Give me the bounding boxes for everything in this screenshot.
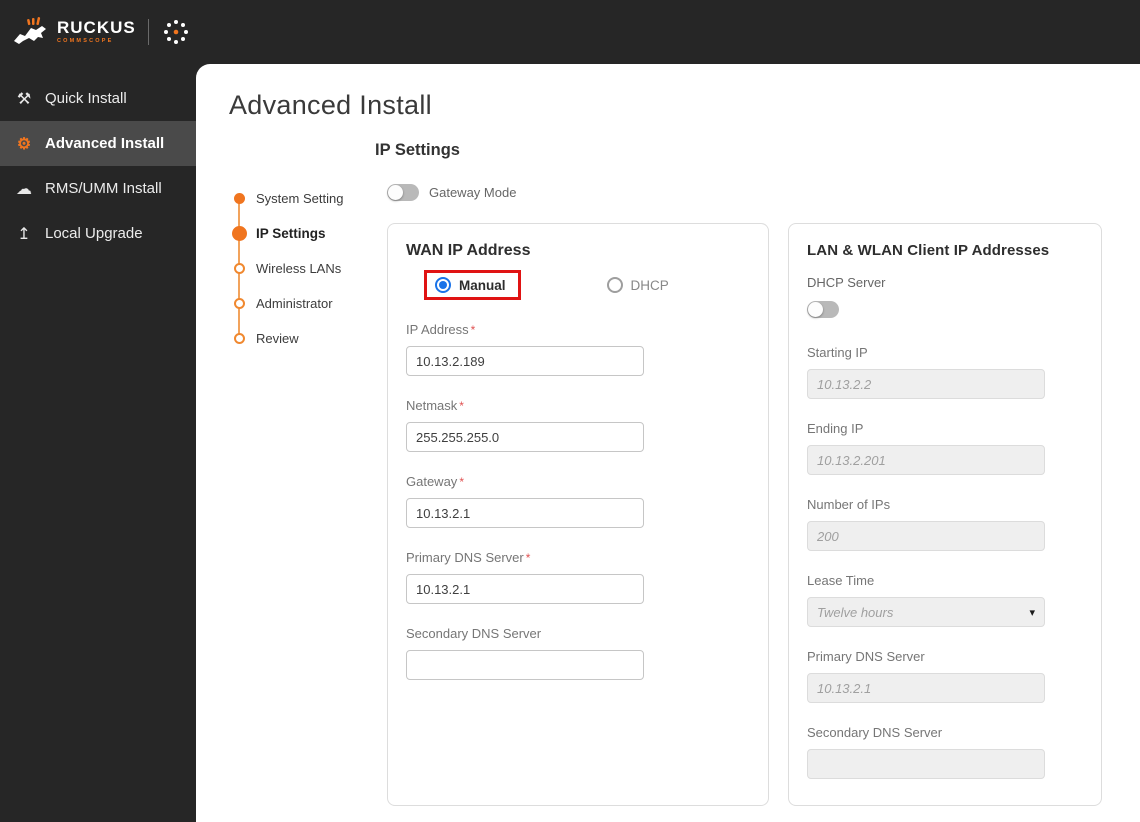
sidebar-item-label: Local Upgrade [45, 225, 143, 242]
content-panel: Advanced Install System Setting IP Setti… [196, 64, 1140, 822]
step-system-setting[interactable]: System Setting [231, 187, 373, 209]
upload-icon: ↥ [17, 225, 31, 243]
logo-divider [147, 19, 149, 45]
netmask-input[interactable] [406, 422, 644, 452]
sidebar-item-quick-install[interactable]: ⚒ Quick Install [0, 76, 196, 121]
gateway-mode-toggle[interactable] [387, 184, 419, 201]
required-marker: * [459, 475, 464, 489]
annotation-highlight: Manual [424, 270, 521, 300]
gateway-input[interactable] [406, 498, 644, 528]
step-administrator[interactable]: Administrator [231, 292, 373, 314]
section-heading: IP Settings [375, 141, 460, 159]
install-stepper: System Setting IP Settings Wireless LANs… [196, 187, 373, 806]
starting-ip-input[interactable] [807, 369, 1045, 399]
primary-dns-input[interactable] [406, 574, 644, 604]
lan-primary-dns-field: Primary DNS Server [807, 648, 1083, 703]
step-dot-current-icon [231, 225, 247, 241]
sidebar-item-rms-umm-install[interactable]: ☁ RMS/UMM Install [0, 166, 196, 211]
primary-dns-field: Primary DNS Server * [406, 549, 750, 604]
gateway-mode-row: Gateway Mode [387, 184, 1130, 201]
sidebar: ⚒ Quick Install ⚙ Advanced Install ☁ RMS… [0, 64, 196, 822]
secondary-dns-field: Secondary DNS Server [406, 625, 750, 680]
lan-wlan-client-card: LAN & WLAN Client IP Addresses DHCP Serv… [788, 223, 1102, 806]
lan-secondary-dns-field: Secondary DNS Server [807, 724, 1083, 779]
number-of-ips-field: Number of IPs [807, 496, 1083, 551]
required-marker: * [459, 399, 464, 413]
ruckus-dog-icon [14, 17, 46, 44]
lan-card-title: LAN & WLAN Client IP Addresses [807, 242, 1050, 259]
sidebar-item-label: Quick Install [45, 90, 127, 107]
brand-name: RUCKUS [57, 18, 136, 38]
required-marker: * [470, 323, 476, 337]
brand-subname: COMMSCOPE [57, 38, 114, 45]
netmask-field: Netmask * [406, 397, 750, 452]
toggle-knob [388, 185, 403, 200]
cloud-icon: ☁ [16, 180, 32, 198]
brand-text: RUCKUS COMMSCOPE [57, 19, 136, 45]
sidebar-item-advanced-install[interactable]: ⚙ Advanced Install [0, 121, 196, 166]
dhcp-server-toggle[interactable] [807, 301, 839, 318]
starting-ip-field: Starting IP [807, 344, 1083, 399]
dhcp-server-label: DHCP Server [807, 275, 886, 290]
number-of-ips-input[interactable] [807, 521, 1045, 551]
sidebar-item-label: Advanced Install [45, 135, 165, 152]
chevron-down-icon: ▾ [1029, 606, 1035, 619]
step-ip-settings[interactable]: IP Settings [231, 222, 373, 244]
step-dot-upcoming-icon [231, 332, 247, 344]
radio-selected-icon[interactable] [435, 277, 451, 293]
tools-icon: ⚒ [16, 90, 32, 108]
toggle-knob [808, 302, 823, 317]
wan-mode-radio-group: Manual DHCP [424, 270, 750, 300]
radio-option-manual[interactable]: Manual [435, 277, 506, 293]
sidebar-item-label: RMS/UMM Install [45, 180, 162, 197]
wan-ip-address-card: WAN IP Address Manual DHCP IP Address * … [387, 223, 769, 806]
step-review[interactable]: Review [231, 327, 373, 349]
step-dot-completed-icon [231, 192, 247, 204]
ip-address-input[interactable] [406, 346, 644, 376]
wan-card-title: WAN IP Address [406, 242, 531, 259]
page-title: Advanced Install [229, 90, 432, 120]
secondary-dns-input[interactable] [406, 650, 644, 680]
brand-logo: RUCKUS COMMSCOPE [12, 9, 191, 55]
radio-option-dhcp[interactable]: DHCP [606, 277, 669, 293]
step-dot-upcoming-icon [231, 297, 247, 309]
gear-icon: ⚙ [16, 135, 32, 153]
lan-secondary-dns-input[interactable] [807, 749, 1045, 779]
required-marker: * [525, 551, 531, 565]
gateway-mode-label: Gateway Mode [429, 185, 517, 200]
commscope-logo-icon [163, 20, 188, 44]
step-wireless-lans[interactable]: Wireless LANs [231, 257, 373, 279]
lan-primary-dns-input[interactable] [807, 673, 1045, 703]
lease-time-select[interactable]: Twelve hours ▾ [807, 597, 1045, 627]
ending-ip-field: Ending IP [807, 420, 1083, 475]
radio-unselected-icon[interactable] [606, 277, 623, 293]
sidebar-item-local-upgrade[interactable]: ↥ Local Upgrade [0, 211, 196, 256]
ip-address-field: IP Address * [406, 321, 750, 376]
ending-ip-input[interactable] [807, 445, 1045, 475]
lease-time-field: Lease Time Twelve hours ▾ [807, 572, 1083, 627]
gateway-field: Gateway * [406, 473, 750, 528]
step-dot-upcoming-icon [231, 262, 247, 274]
